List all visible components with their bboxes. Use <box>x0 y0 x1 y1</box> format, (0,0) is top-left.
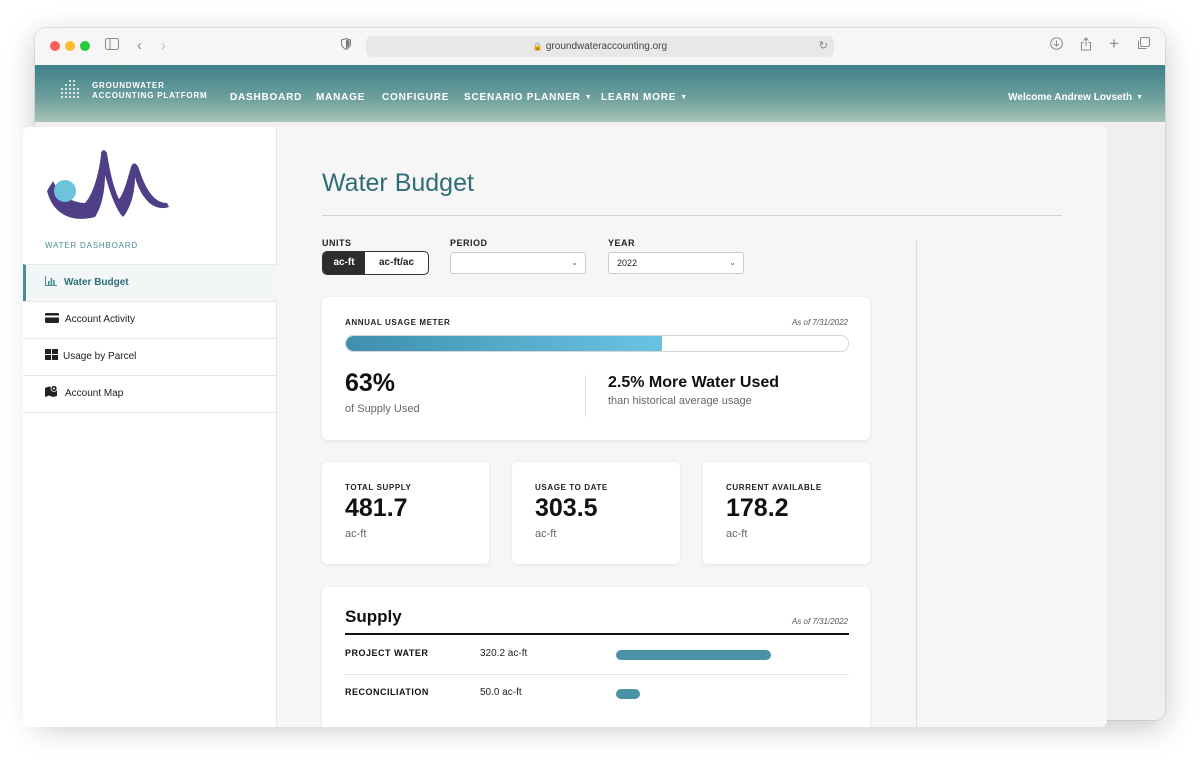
chevron-down-icon: ⌄ <box>729 258 736 267</box>
units-toggle: ac-ft ac-ft/ac <box>322 251 429 275</box>
stat-unit: ac-ft <box>345 528 367 540</box>
page-title: Water Budget <box>322 169 474 197</box>
title-divider <box>322 215 1062 216</box>
new-tab-icon[interactable]: + <box>1109 35 1119 53</box>
privacy-shield-icon[interactable] <box>341 37 351 55</box>
brand-name[interactable]: GROUNDWATER ACCOUNTING PLATFORM <box>92 81 208 101</box>
meter-divider <box>585 375 586 417</box>
period-label: PERIOD <box>450 238 488 248</box>
stat-unit: ac-ft <box>726 528 748 540</box>
stat-value: 481.7 <box>345 494 408 522</box>
caret-down-icon: ▼ <box>680 94 688 101</box>
brand-line-1: GROUNDWATER <box>92 81 165 90</box>
stat-label: TOTAL SUPPLY <box>345 483 412 492</box>
current-available-card: CURRENT AVAILABLE 178.2 ac-ft <box>703 462 870 564</box>
supply-row-label: PROJECT WATER <box>345 648 429 658</box>
stat-unit: ac-ft <box>535 528 557 540</box>
address-bar[interactable]: 🔒 groundwateraccounting.org ↻ <box>366 36 834 57</box>
sidebar-item-usage-by-parcel[interactable]: Usage by Parcel <box>23 338 276 375</box>
chevron-down-icon: ⌄ <box>571 258 578 267</box>
supply-row-label: RECONCILIATION <box>345 687 429 697</box>
url-text: groundwateraccounting.org <box>545 41 668 52</box>
nav-manage[interactable]: MANAGE <box>316 92 365 103</box>
meter-as-of: As of 7/31/2022 <box>791 318 848 327</box>
sidebar-item-label: Account Activity <box>65 314 136 325</box>
nav-dashboard[interactable]: DASHBOARD <box>230 92 302 103</box>
lock-icon: 🔒 <box>532 42 543 51</box>
sidebar: WATER DASHBOARD Water Budget Account Act… <box>23 127 279 727</box>
supply-row-bar <box>616 689 641 699</box>
stat-label: USAGE TO DATE <box>535 483 608 492</box>
stat-value: 303.5 <box>535 494 598 522</box>
usage-meter-track <box>345 335 849 352</box>
back-icon[interactable]: ‹ <box>137 37 142 55</box>
sidebar-item-label: Usage by Parcel <box>63 351 137 362</box>
supply-row-bar <box>616 650 771 660</box>
supply-panel: Supply As of 7/31/2022 PROJECT WATER 320… <box>322 587 870 727</box>
stat-value: 178.2 <box>726 494 789 522</box>
maximize-window-button[interactable] <box>80 41 90 51</box>
nav-scenario-planner-label: SCENARIO PLANNER <box>464 92 581 103</box>
nav-learn-more[interactable]: LEARN MORE ▼ <box>601 92 688 103</box>
map-icon <box>45 376 60 412</box>
historical-comparison-caption: than historical average usage <box>608 395 752 407</box>
platform-logo-icon[interactable] <box>61 80 81 100</box>
sidebar-item-account-activity[interactable]: Account Activity <box>23 301 276 338</box>
app-header: GROUNDWATER ACCOUNTING PLATFORM DASHBOAR… <box>35 65 1165 122</box>
bar-chart-icon <box>45 265 57 301</box>
units-option-ac-ft-per-ac[interactable]: ac-ft/ac <box>365 252 428 274</box>
sidebar-toggle-icon[interactable] <box>105 37 119 55</box>
welcome-text: Welcome Andrew Lovseth <box>1008 92 1133 103</box>
meter-title: ANNUAL USAGE METER <box>345 318 451 327</box>
browser-toolbar: ‹ › 🔒 groundwateraccounting.org ↻ + <box>35 28 1165 66</box>
historical-comparison: 2.5% More Water Used <box>608 374 780 391</box>
supply-divider <box>345 633 849 635</box>
sidebar-item-water-budget[interactable]: Water Budget <box>23 264 279 301</box>
sidebar-item-label: Water Budget <box>64 277 129 288</box>
sidebar-item-label: Account Map <box>65 388 124 399</box>
dashboard-card: WATER DASHBOARD Water Budget Account Act… <box>23 127 1107 727</box>
nav-scenario-planner[interactable]: SCENARIO PLANNER ▼ <box>464 92 592 103</box>
credit-card-icon <box>45 302 59 338</box>
caret-down-icon: ▼ <box>1136 94 1143 101</box>
main-content: Water Budget UNITS ac-ft ac-ft/ac PERIOD… <box>277 127 1107 727</box>
year-label: YEAR <box>608 238 636 248</box>
water-dashboard-logo-icon <box>47 150 169 219</box>
close-window-button[interactable] <box>50 41 60 51</box>
stat-label: CURRENT AVAILABLE <box>726 483 822 492</box>
supply-title: Supply <box>345 607 402 626</box>
downloads-icon[interactable] <box>1050 37 1063 55</box>
section-label: WATER DASHBOARD <box>45 241 138 250</box>
units-label: UNITS <box>322 238 352 248</box>
row-divider <box>345 674 849 675</box>
total-supply-card: TOTAL SUPPLY 481.7 ac-ft <box>322 462 489 564</box>
sidebar-item-account-map[interactable]: Account Map <box>23 375 276 413</box>
grid-icon <box>45 339 58 375</box>
supply-row-value: 320.2 ac-ft <box>480 648 528 659</box>
usage-to-date-card: USAGE TO DATE 303.5 ac-ft <box>512 462 680 564</box>
supply-used-percent: 63% <box>345 369 396 397</box>
forward-icon[interactable]: › <box>161 37 166 55</box>
column-divider <box>916 239 917 727</box>
usage-meter-fill <box>346 336 663 351</box>
share-icon[interactable] <box>1080 37 1092 56</box>
supply-row-value: 50.0 ac-ft <box>480 687 522 698</box>
nav-learn-more-label: LEARN MORE <box>601 92 677 103</box>
year-value: 2022 <box>617 258 638 268</box>
nav-configure[interactable]: CONFIGURE <box>382 92 449 103</box>
reload-icon[interactable]: ↻ <box>819 36 828 57</box>
year-select[interactable]: 2022 ⌄ <box>608 252 744 274</box>
caret-down-icon: ▼ <box>584 94 593 101</box>
supply-as-of: As of 7/31/2022 <box>791 617 848 626</box>
annual-usage-meter-panel: ANNUAL USAGE METER As of 7/31/2022 63% o… <box>322 297 870 440</box>
units-option-ac-ft[interactable]: ac-ft <box>323 252 365 274</box>
brand-line-2: ACCOUNTING PLATFORM <box>92 91 208 100</box>
user-menu[interactable]: Welcome Andrew Lovseth ▼ <box>1008 92 1143 103</box>
minimize-window-button[interactable] <box>65 41 75 51</box>
period-select[interactable]: ⌄ <box>450 252 586 274</box>
supply-used-caption: of Supply Used <box>345 403 420 415</box>
tab-overview-icon[interactable] <box>1137 37 1150 55</box>
